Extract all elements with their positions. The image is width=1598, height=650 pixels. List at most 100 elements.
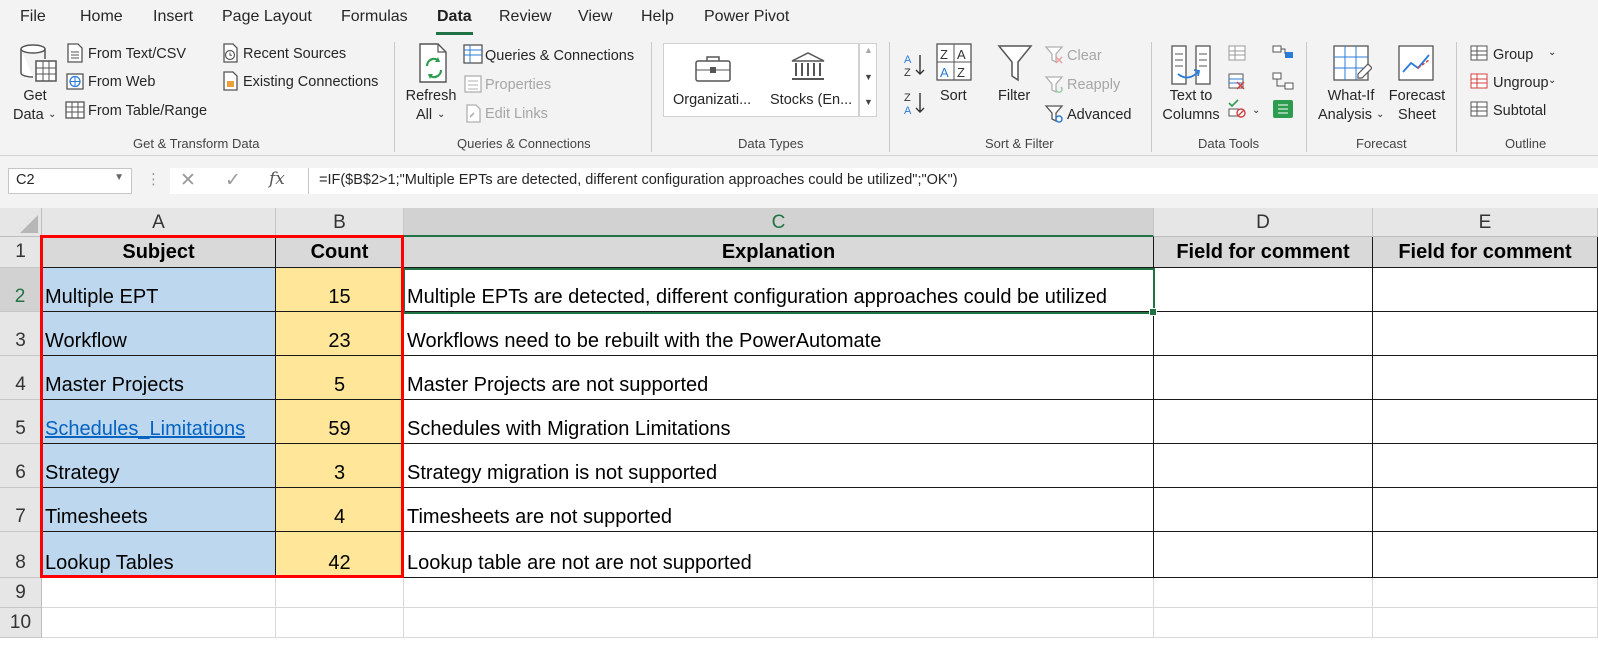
empty-cell[interactable] [1154, 608, 1373, 638]
empty-cell[interactable] [404, 608, 1154, 638]
cell-count[interactable]: 15 [276, 268, 404, 312]
cell-comment-d[interactable] [1154, 488, 1373, 532]
header-cell-comment-d[interactable]: Field for comment [1154, 237, 1373, 268]
cell-explanation[interactable]: Lookup table are not are not supported [404, 532, 1154, 578]
empty-cell[interactable] [276, 608, 404, 638]
header-cell-subject[interactable]: Subject [42, 237, 276, 268]
cell-comment-e[interactable] [1373, 312, 1598, 356]
tab-view[interactable]: View [578, 8, 612, 26]
hyperlink[interactable]: Schedules_Limitations [45, 418, 245, 440]
row-header-9[interactable]: 9 [0, 578, 42, 608]
drag-handle-icon[interactable]: ⋮ [146, 170, 161, 188]
chevron-up-icon[interactable]: ▲ [864, 45, 873, 55]
row-header-8[interactable]: 8 [0, 532, 42, 578]
column-header-d[interactable]: D [1154, 208, 1373, 237]
cell-count[interactable]: 42 [276, 532, 404, 578]
tab-page-layout[interactable]: Page Layout [222, 8, 312, 26]
row-header-7[interactable]: 7 [0, 488, 42, 532]
tab-insert[interactable]: Insert [153, 8, 193, 26]
expand-gallery-icon[interactable]: ▼ [864, 97, 873, 107]
cell-subject[interactable]: Multiple EPT [42, 268, 276, 312]
flash-fill-icon[interactable] [1227, 44, 1247, 62]
tab-review[interactable]: Review [499, 8, 551, 26]
cell-comment-e[interactable] [1373, 532, 1598, 578]
chevron-down-icon[interactable]: ⌄ [1252, 102, 1260, 120]
cell-comment-d[interactable] [1154, 400, 1373, 444]
reapply-icon [1044, 75, 1064, 95]
empty-cell[interactable] [1373, 608, 1598, 638]
cell-explanation[interactable]: Timesheets are not supported [404, 488, 1154, 532]
cell-count[interactable]: 5 [276, 356, 404, 400]
tab-data[interactable]: Data [436, 8, 473, 35]
cell-count[interactable]: 23 [276, 312, 404, 356]
column-header-e[interactable]: E [1373, 208, 1598, 237]
column-header-c[interactable]: C [404, 208, 1154, 237]
cell-comment-d[interactable] [1154, 312, 1373, 356]
empty-cell[interactable] [404, 578, 1154, 608]
cell-comment-e[interactable] [1373, 268, 1598, 312]
select-all-button[interactable] [0, 208, 42, 237]
cell-count[interactable]: 3 [276, 444, 404, 488]
forecast-chart-icon [1397, 44, 1437, 84]
gallery-scroll[interactable]: ▲ ▼ ▼ [859, 43, 877, 117]
row-header-5[interactable]: 5 [0, 400, 42, 444]
cell-subject[interactable]: Timesheets [42, 488, 276, 532]
tab-file[interactable]: File [20, 8, 46, 26]
relationships-icon[interactable] [1272, 72, 1294, 90]
data-validation-icon[interactable] [1227, 99, 1247, 119]
cell-explanation[interactable]: Schedules with Migration Limitations [404, 400, 1154, 444]
tab-help[interactable]: Help [641, 8, 674, 26]
cell-comment-e[interactable] [1373, 488, 1598, 532]
cell-count[interactable]: 4 [276, 488, 404, 532]
row-header-6[interactable]: 6 [0, 444, 42, 488]
cell-explanation[interactable]: Workflows need to be rebuilt with the Po… [404, 312, 1154, 356]
column-header-b[interactable]: B [276, 208, 404, 237]
chevron-down-icon[interactable]: ▼ [864, 72, 873, 82]
column-header-a[interactable]: A [42, 208, 276, 237]
formula-input[interactable]: =IF($B$2>1;"Multiple EPTs are detected, … [308, 168, 1598, 194]
clear-filter-icon [1044, 45, 1064, 65]
cancel-icon[interactable]: ✕ [180, 169, 196, 192]
insert-function-icon[interactable]: fx [269, 169, 285, 189]
name-box[interactable]: C2 ▼ [8, 168, 132, 194]
cell-subject[interactable]: Master Projects [42, 356, 276, 400]
row-header-1[interactable]: 1 [0, 237, 42, 268]
tab-formulas[interactable]: Formulas [341, 8, 408, 26]
data-model-icon[interactable] [1272, 99, 1294, 119]
cell-explanation[interactable]: Multiple EPTs are detected, different co… [404, 268, 1154, 312]
enter-icon[interactable]: ✓ [225, 169, 241, 192]
empty-cell[interactable] [276, 578, 404, 608]
cell-explanation[interactable]: Strategy migration is not supported [404, 444, 1154, 488]
cell-comment-e[interactable] [1373, 356, 1598, 400]
header-cell-count[interactable]: Count [276, 237, 404, 268]
row-header-2[interactable]: 2 [0, 268, 42, 312]
consolidate-icon[interactable] [1272, 44, 1294, 62]
cell-comment-d[interactable] [1154, 356, 1373, 400]
tab-home[interactable]: Home [80, 8, 123, 26]
cell-comment-d[interactable] [1154, 532, 1373, 578]
row-header-3[interactable]: 3 [0, 312, 42, 356]
tab-power-pivot[interactable]: Power Pivot [704, 8, 789, 26]
cell-subject[interactable]: Strategy [42, 444, 276, 488]
cell-explanation[interactable]: Master Projects are not supported [404, 356, 1154, 400]
cell-subject[interactable]: Workflow [42, 312, 276, 356]
chevron-down-icon[interactable]: ▼ [114, 172, 124, 183]
empty-cell[interactable] [1373, 578, 1598, 608]
empty-cell[interactable] [42, 578, 276, 608]
cell-comment-e[interactable] [1373, 400, 1598, 444]
row-header-10[interactable]: 10 [0, 608, 42, 638]
briefcase-icon [694, 53, 732, 83]
empty-cell[interactable] [42, 608, 276, 638]
remove-duplicates-icon[interactable] [1227, 72, 1247, 90]
subtotal-icon [1469, 100, 1489, 118]
empty-cell[interactable] [1154, 578, 1373, 608]
row-header-4[interactable]: 4 [0, 356, 42, 400]
cell-comment-d[interactable] [1154, 268, 1373, 312]
cell-count[interactable]: 59 [276, 400, 404, 444]
cell-comment-d[interactable] [1154, 444, 1373, 488]
header-cell-comment-e[interactable]: Field for comment [1373, 237, 1598, 268]
cell-comment-e[interactable] [1373, 444, 1598, 488]
cell-subject[interactable]: Lookup Tables [42, 532, 276, 578]
sort-za-icon: ZA [903, 90, 927, 116]
header-cell-explanation[interactable]: Explanation [404, 237, 1154, 268]
